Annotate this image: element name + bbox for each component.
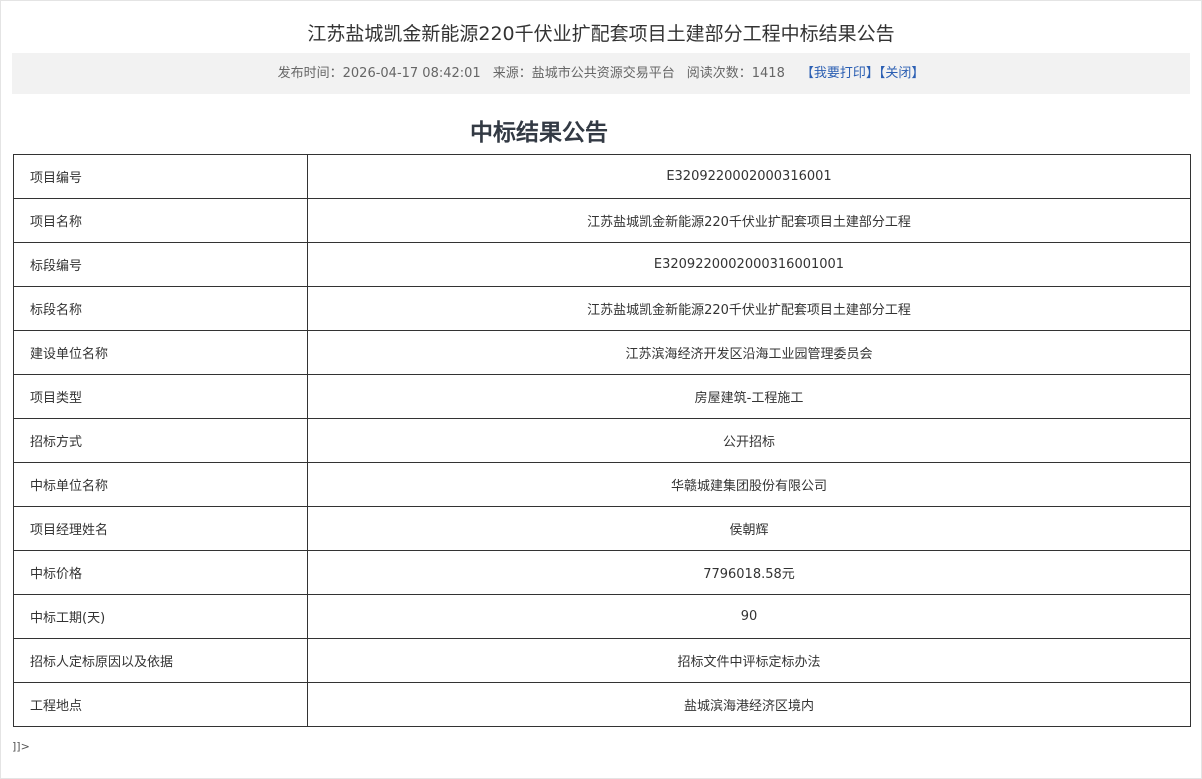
row-label: 项目经理姓名: [13, 506, 308, 551]
row-label: 中标工期(天): [13, 594, 308, 639]
view-count-value: 1418: [751, 66, 785, 81]
row-label: 中标价格: [13, 550, 308, 595]
row-value: 江苏滨海经济开发区沿海工业园管理委员会: [307, 330, 1191, 375]
row-value: E3209220002000316001: [307, 154, 1191, 199]
table-row: 中标价格 7796018.58元: [13, 550, 1191, 595]
table-row: 工程地点 盐城滨海港经济区境内: [13, 682, 1191, 727]
announcement-frame: 江苏盐城凯金新能源220千伏业扩配套项目土建部分工程中标结果公告 发布时间：20…: [0, 0, 1202, 779]
row-label: 招标人定标原因以及依据: [13, 638, 308, 683]
table-row: 项目名称 江苏盐城凯金新能源220千伏业扩配套项目土建部分工程: [13, 198, 1191, 243]
result-table: 项目编号 E3209220002000316001 项目名称 江苏盐城凯金新能源…: [13, 154, 1191, 727]
row-label: 招标方式: [13, 418, 308, 463]
row-value: 90: [307, 594, 1191, 639]
publish-time-value: 2026-04-17 08:42:01: [342, 66, 481, 81]
table-row: 项目经理姓名 侯朝辉: [13, 506, 1191, 551]
row-label: 项目类型: [13, 374, 308, 419]
row-value: 房屋建筑-工程施工: [307, 374, 1191, 419]
table-row: 建设单位名称 江苏滨海经济开发区沿海工业园管理委员会: [13, 330, 1191, 375]
row-value: 侯朝辉: [307, 506, 1191, 551]
row-label: 标段编号: [13, 242, 308, 287]
row-value: 江苏盐城凯金新能源220千伏业扩配套项目土建部分工程: [307, 198, 1191, 243]
close-link[interactable]: 【关闭】: [879, 66, 925, 81]
table-row: 中标工期(天) 90: [13, 594, 1191, 639]
view-count-label: 阅读次数：: [686, 66, 752, 81]
cdata-trailer-text: ]]>: [12, 740, 30, 753]
table-row: 标段名称 江苏盐城凯金新能源220千伏业扩配套项目土建部分工程: [13, 286, 1191, 331]
row-label: 项目编号: [13, 154, 308, 199]
row-value: E3209220002000316001001: [307, 242, 1191, 287]
row-label: 中标单位名称: [13, 462, 308, 507]
table-row: 招标人定标原因以及依据 招标文件中评标定标办法: [13, 638, 1191, 683]
info-bar: 发布时间：2026-04-17 08:42:01 来源：盐城市公共资源交易平台 阅读…: [12, 53, 1190, 94]
table-row: 标段编号 E3209220002000316001001: [13, 242, 1191, 287]
document-heading: 中标结果公告: [470, 120, 608, 146]
table-row: 招标方式 公开招标: [13, 418, 1191, 463]
row-label: 标段名称: [13, 286, 308, 331]
row-label: 项目名称: [13, 198, 308, 243]
table-row: 项目类型 房屋建筑-工程施工: [13, 374, 1191, 419]
row-value: 招标文件中评标定标办法: [307, 638, 1191, 683]
source-label: 来源：: [492, 66, 532, 81]
table-row: 中标单位名称 华赣城建集团股份有限公司: [13, 462, 1191, 507]
source-value: 盐城市公共资源交易平台: [531, 66, 675, 81]
publish-time-label: 发布时间：: [277, 66, 343, 81]
row-value: 公开招标: [307, 418, 1191, 463]
row-value: 7796018.58元: [307, 550, 1191, 595]
row-value: 盐城滨海港经济区境内: [307, 682, 1191, 727]
page-title: 江苏盐城凯金新能源220千伏业扩配套项目土建部分工程中标结果公告: [307, 23, 895, 45]
print-link[interactable]: 【我要打印】: [801, 66, 879, 81]
table-row: 项目编号 E3209220002000316001: [13, 154, 1191, 199]
row-value: 江苏盐城凯金新能源220千伏业扩配套项目土建部分工程: [307, 286, 1191, 331]
row-label: 建设单位名称: [13, 330, 308, 375]
row-label: 工程地点: [13, 682, 308, 727]
row-value: 华赣城建集团股份有限公司: [307, 462, 1191, 507]
